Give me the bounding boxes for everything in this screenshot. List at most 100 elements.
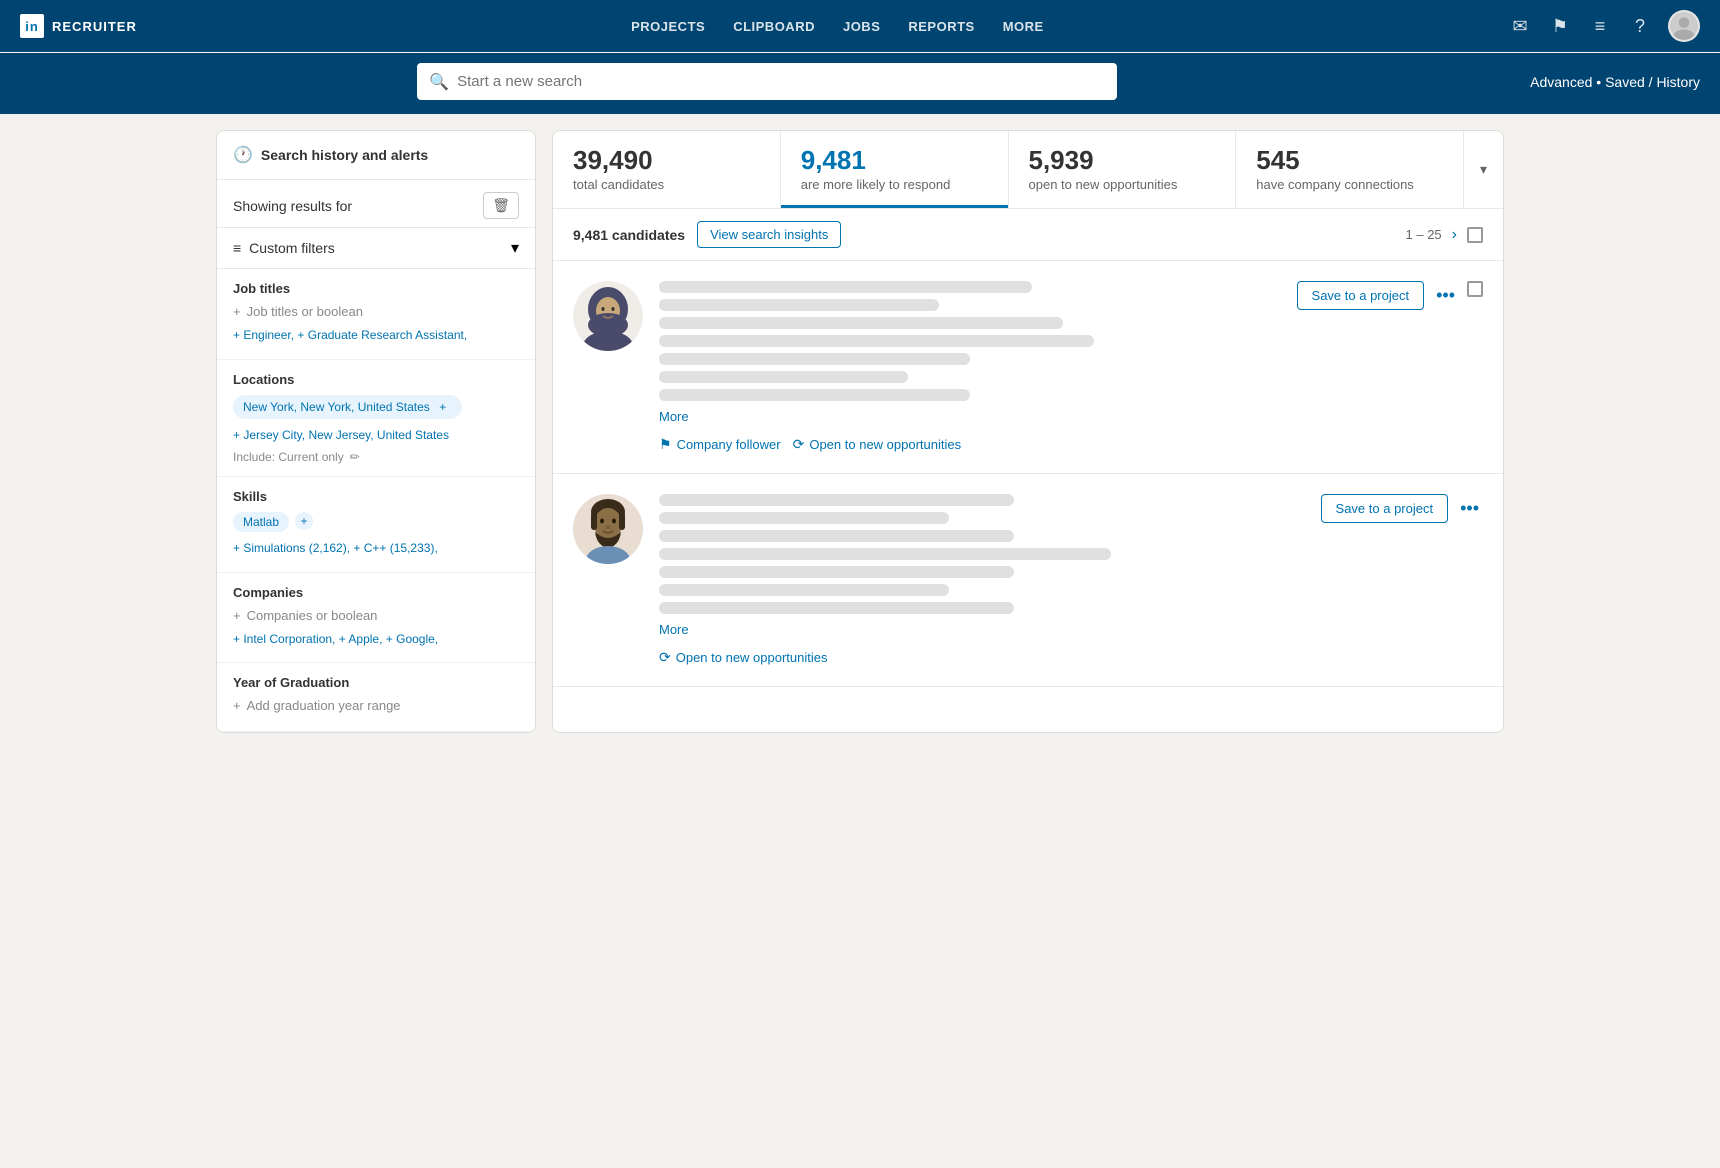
filter-lines-icon: ≡ — [233, 240, 241, 256]
simulations-link[interactable]: + Simulations (2,162), + C++ (15,233), — [233, 541, 438, 555]
nav-projects[interactable]: PROJECTS — [631, 19, 705, 34]
search-icon: 🔍 — [429, 72, 449, 92]
graduate-tag[interactable]: + Graduate Research Assistant, — [297, 328, 467, 342]
plus-icon: + — [233, 304, 241, 319]
nav-clipboard[interactable]: CLIPBOARD — [733, 19, 815, 34]
stat-tab-open[interactable]: 5,939 open to new opportunities — [1009, 131, 1237, 208]
save-project-button-2[interactable]: Save to a project — [1321, 494, 1449, 523]
graduation-add-row[interactable]: + Add graduation year range — [233, 698, 519, 713]
candidate-actions-2: Save to a project ••• — [1321, 494, 1483, 666]
connections-number: 545 — [1256, 147, 1443, 173]
likely-respond-number: 9,481 — [801, 147, 988, 173]
skill-add-btn[interactable]: + — [295, 512, 313, 530]
content-line — [659, 512, 949, 524]
open-opportunities-label-1: Open to new opportunities — [809, 437, 961, 452]
main-layout: 🕐 Search history and alerts Showing resu… — [200, 130, 1520, 733]
mail-icon[interactable]: ✉ — [1508, 14, 1532, 38]
plus-icon: + — [233, 608, 241, 623]
matlab-tag[interactable]: Matlab — [233, 512, 289, 532]
locations-section: Locations New York, New York, United Sta… — [217, 360, 535, 478]
linkedin-logo[interactable]: in RECRUITER — [20, 14, 137, 38]
companies-add-row[interactable]: + Companies or boolean — [233, 608, 519, 623]
user-avatar[interactable] — [1668, 10, 1700, 42]
candidates-count: 9,481 candidates — [573, 227, 685, 243]
stat-tab-total[interactable]: 39,490 total candidates — [553, 131, 781, 208]
delete-filter-button[interactable]: 🗑 — [483, 192, 519, 219]
top-nav: in RECRUITER PROJECTS CLIPBOARD JOBS REP… — [0, 0, 1720, 53]
search-history-label: Search history and alerts — [261, 147, 428, 163]
candidate-card: More ⚑ Company follower ⟳ Open to new op… — [553, 261, 1503, 474]
sidebar: 🕐 Search history and alerts Showing resu… — [216, 130, 536, 733]
custom-filters-left: ≡ Custom filters — [233, 240, 335, 256]
stats-expand-btn[interactable]: ▾ — [1464, 131, 1503, 208]
content-line — [659, 353, 970, 365]
jersey-city-link[interactable]: + Jersey City, New Jersey, United States — [233, 428, 449, 442]
location-include-label: Include: Current only ✏ — [233, 450, 519, 464]
content-line — [659, 584, 949, 596]
nav-reports[interactable]: REPORTS — [908, 19, 974, 34]
linkedin-logo-box: in — [20, 14, 44, 38]
location-ny-tag[interactable]: New York, New York, United States + — [233, 395, 462, 419]
total-candidates-label: total candidates — [573, 177, 760, 192]
search-history-header[interactable]: 🕐 Search history and alerts — [217, 131, 535, 180]
nav-jobs[interactable]: JOBS — [843, 19, 880, 34]
candidate-card: More ⟳ Open to new opportunities Save to… — [553, 474, 1503, 687]
results-panel: 39,490 total candidates 9,481 are more l… — [552, 130, 1504, 733]
candidates-bar-left: 9,481 candidates View search insights — [573, 221, 841, 248]
plus-icon: + — [233, 698, 241, 713]
custom-filters-label: Custom filters — [249, 240, 335, 256]
showing-results-label: Showing results for — [233, 198, 352, 214]
open-opportunities-number: 5,939 — [1029, 147, 1216, 173]
stat-tab-likely[interactable]: 9,481 are more likely to respond — [781, 131, 1009, 208]
content-line — [659, 566, 1014, 578]
open-icon-2: ⟳ — [659, 649, 671, 666]
open-icon-1: ⟳ — [793, 436, 805, 453]
location-ny-add[interactable]: + — [434, 398, 452, 416]
candidate-more-link-2[interactable]: More — [659, 622, 689, 637]
candidate-checkbox-1[interactable] — [1467, 281, 1483, 297]
nav-more[interactable]: MORE — [1003, 19, 1044, 34]
nav-links: PROJECTS CLIPBOARD JOBS REPORTS MORE — [167, 19, 1508, 34]
candidate-more-link-1[interactable]: More — [659, 409, 689, 424]
open-opportunities-badge-2[interactable]: ⟳ Open to new opportunities — [659, 649, 828, 666]
candidate-info-2: More ⟳ Open to new opportunities — [659, 494, 1305, 666]
help-icon[interactable]: ? — [1628, 14, 1652, 38]
more-options-button-2[interactable]: ••• — [1456, 494, 1483, 523]
search-input[interactable] — [417, 63, 1117, 100]
open-opportunities-label-2: Open to new opportunities — [676, 650, 828, 665]
companies-list[interactable]: + Intel Corporation, + Apple, + Google, — [233, 632, 438, 646]
save-project-button-1[interactable]: Save to a project — [1297, 281, 1425, 310]
location-ny-label: New York, New York, United States — [243, 400, 430, 414]
search-advanced-link[interactable]: Advanced • Saved / History — [1530, 74, 1700, 90]
content-line — [659, 371, 908, 383]
company-follower-badge[interactable]: ⚑ Company follower — [659, 436, 781, 453]
content-line — [659, 602, 1014, 614]
companies-placeholder: Companies or boolean — [247, 608, 378, 623]
select-all-checkbox[interactable] — [1467, 227, 1483, 243]
candidates-bar: 9,481 candidates View search insights 1 … — [553, 209, 1503, 261]
flag-badge-icon: ⚑ — [659, 436, 672, 453]
graduation-section: Year of Graduation + Add graduation year… — [217, 663, 535, 732]
job-title-add-row[interactable]: + Job titles or boolean — [233, 304, 519, 319]
content-lines-1 — [659, 281, 1281, 401]
custom-filters-row[interactable]: ≡ Custom filters ▾ — [217, 228, 535, 269]
likely-respond-label: are more likely to respond — [801, 177, 988, 192]
engineer-tag[interactable]: + Engineer, — [233, 328, 294, 342]
content-line — [659, 281, 1032, 293]
candidates-bar-right: 1 – 25 › — [1406, 224, 1483, 246]
search-bar-wrapper: 🔍 Advanced • Saved / History — [0, 53, 1720, 114]
view-insights-button[interactable]: View search insights — [697, 221, 841, 248]
flag-icon[interactable]: ⚑ — [1548, 14, 1572, 38]
graduation-placeholder: Add graduation year range — [247, 698, 401, 713]
skills-title: Skills — [233, 489, 519, 504]
open-opportunities-badge-1[interactable]: ⟳ Open to new opportunities — [793, 436, 962, 453]
location-jersey-link[interactable]: + Jersey City, New Jersey, United States — [233, 425, 519, 447]
next-page-button[interactable]: › — [1450, 224, 1459, 246]
pagination-range: 1 – 25 — [1406, 227, 1442, 242]
edit-pencil-icon[interactable]: ✏ — [350, 450, 360, 464]
list-icon[interactable]: ≡ — [1588, 14, 1612, 38]
stat-tab-connections[interactable]: 545 have company connections — [1236, 131, 1464, 208]
skill-links: + Simulations (2,162), + C++ (15,233), — [233, 538, 519, 560]
more-options-button-1[interactable]: ••• — [1432, 281, 1459, 310]
content-line — [659, 335, 1094, 347]
